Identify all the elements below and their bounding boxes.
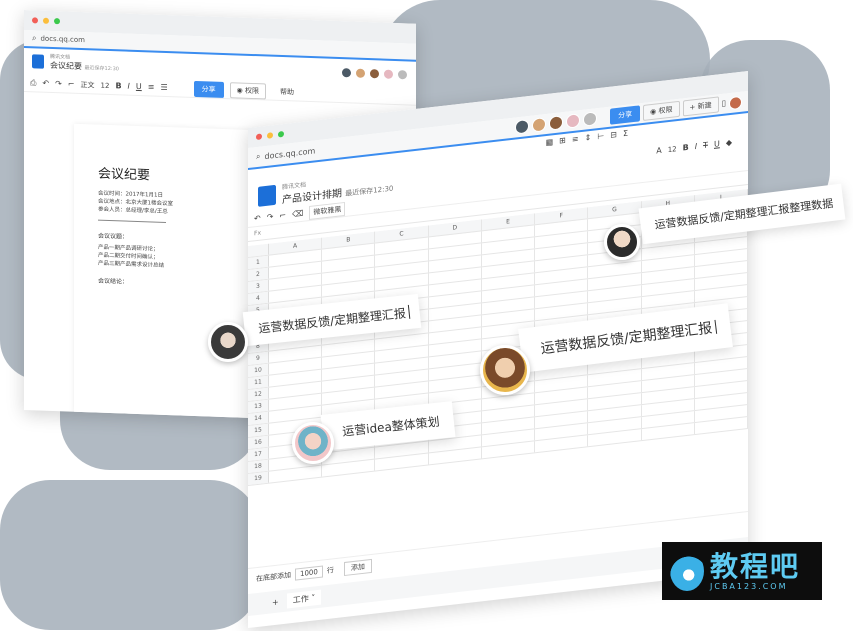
avatar[interactable] bbox=[604, 224, 640, 260]
add-sheet-button[interactable]: + bbox=[272, 597, 279, 607]
back-url-text: docs.qq.com bbox=[40, 34, 85, 45]
bold-icon[interactable]: B bbox=[683, 143, 689, 153]
search-icon: ⌕ bbox=[256, 151, 261, 162]
avatar[interactable] bbox=[515, 118, 530, 135]
add-rows-label: 在底部添加 bbox=[256, 570, 291, 583]
border-icon[interactable]: ▦ bbox=[546, 137, 554, 147]
avatar[interactable] bbox=[383, 68, 394, 80]
back-collaborators bbox=[341, 66, 408, 80]
sum-icon[interactable]: Σ bbox=[623, 129, 628, 139]
maximize-dot-icon[interactable] bbox=[54, 18, 60, 25]
freeze-icon[interactable]: ⊢ bbox=[597, 131, 604, 141]
avatar[interactable] bbox=[729, 95, 742, 110]
table-icon[interactable]: ⊟ bbox=[610, 130, 617, 140]
stage: ⌕ docs.qq.com 腾讯文档 会议纪要 最近保存12:30 ⎙ ↶ ↷ … bbox=[0, 0, 853, 631]
avatar[interactable] bbox=[397, 68, 408, 80]
new-button[interactable]: + 新建 bbox=[682, 96, 719, 117]
tencent-docs-logo-icon bbox=[258, 184, 276, 207]
eye-icon: ◉ bbox=[650, 107, 659, 117]
front-format-toolbar: A 12 B I T U ◆ bbox=[650, 138, 738, 156]
sheet-tab[interactable]: 工作 ˅ bbox=[286, 589, 322, 609]
back-permission-label: 权限 bbox=[244, 86, 259, 95]
italic-icon[interactable]: I bbox=[695, 142, 697, 151]
collab-bubble-text: 运营idea整体策划 bbox=[341, 414, 441, 439]
font-color-icon[interactable]: A bbox=[656, 146, 661, 156]
avatar[interactable] bbox=[566, 113, 581, 129]
tencent-docs-logo-icon bbox=[32, 54, 44, 69]
collab-bubble-text: 运营数据反馈/定期整理汇报 bbox=[257, 305, 407, 336]
doc-divider bbox=[98, 219, 166, 223]
back-doc-title[interactable]: 会议纪要 bbox=[50, 61, 82, 71]
fx-label: Fx bbox=[254, 229, 262, 238]
close-dot-icon[interactable] bbox=[256, 133, 262, 141]
text-cursor bbox=[714, 319, 717, 334]
chevron-down-icon: ˅ bbox=[308, 592, 316, 603]
underline-icon[interactable]: U bbox=[714, 139, 720, 149]
undo-icon[interactable]: ↶ bbox=[42, 78, 49, 87]
avatar[interactable] bbox=[532, 117, 547, 133]
fill-color-icon[interactable]: ◆ bbox=[726, 138, 732, 148]
avatar[interactable] bbox=[355, 67, 366, 79]
text-cursor bbox=[407, 304, 411, 319]
redo-icon[interactable]: ↷ bbox=[55, 79, 62, 88]
add-rows-button[interactable]: 添加 bbox=[343, 558, 372, 576]
strikethrough-icon[interactable]: T bbox=[703, 141, 708, 151]
merge-icon[interactable]: ⊞ bbox=[559, 136, 566, 146]
avatar[interactable] bbox=[341, 66, 352, 78]
row-header[interactable]: 19 bbox=[248, 471, 269, 485]
sheet-tab-label: 工作 bbox=[292, 593, 309, 605]
back-share-button[interactable]: 分享 bbox=[193, 80, 224, 98]
water-drop-logo-icon bbox=[670, 551, 704, 591]
back-saved-hint: 最近保存12:30 bbox=[84, 65, 119, 73]
valign-icon[interactable]: ⇕ bbox=[585, 133, 592, 143]
avatar[interactable] bbox=[292, 422, 334, 464]
back-permission-button[interactable]: ◉ 权限 bbox=[229, 81, 266, 99]
style-select[interactable]: 正文 bbox=[81, 79, 95, 89]
redo-icon[interactable]: ↷ bbox=[267, 212, 274, 222]
eye-icon: ◉ bbox=[236, 85, 245, 95]
background-blob-bottom-left bbox=[0, 480, 260, 630]
minimize-dot-icon[interactable] bbox=[267, 132, 273, 139]
close-dot-icon[interactable] bbox=[32, 17, 38, 24]
align-icon[interactable]: ≡ bbox=[148, 82, 155, 91]
avatar[interactable] bbox=[480, 345, 530, 395]
front-share-button[interactable]: 分享 bbox=[610, 105, 641, 125]
add-rows-unit: 行 bbox=[326, 565, 334, 575]
bookmark-icon[interactable]: ▯ bbox=[722, 99, 726, 109]
minimize-dot-icon[interactable] bbox=[43, 17, 49, 24]
bold-icon[interactable]: B bbox=[115, 81, 121, 90]
font-size-select[interactable]: 12 bbox=[101, 81, 110, 89]
undo-icon[interactable]: ↶ bbox=[254, 213, 261, 223]
avatar[interactable] bbox=[549, 115, 564, 131]
format-painter-icon[interactable]: ⌐ bbox=[68, 79, 75, 88]
format-painter-icon[interactable]: ⌐ bbox=[279, 210, 286, 220]
list-icon[interactable]: ☰ bbox=[160, 82, 167, 91]
front-url-text: docs.qq.com bbox=[264, 145, 316, 161]
underline-icon[interactable]: U bbox=[136, 81, 142, 90]
avatar[interactable] bbox=[208, 322, 248, 362]
align-icon[interactable]: ≡ bbox=[572, 134, 579, 144]
watermark-subtitle: JCBA123.COM bbox=[710, 581, 788, 591]
collab-bubble-text: 运营数据反馈/定期整理汇报 bbox=[539, 320, 714, 358]
avatar[interactable] bbox=[369, 67, 380, 79]
eraser-icon[interactable]: ⌫ bbox=[292, 208, 303, 218]
italic-icon[interactable]: I bbox=[128, 81, 130, 90]
avatar[interactable] bbox=[583, 111, 598, 127]
search-icon: ⌕ bbox=[32, 33, 37, 43]
watermark-logo: 教程吧 JCBA123.COM bbox=[662, 542, 822, 600]
watermark-title: 教程吧 bbox=[710, 549, 801, 583]
back-help-button[interactable]: 帮助 bbox=[280, 86, 294, 96]
front-permission-label: 权限 bbox=[658, 105, 673, 116]
print-icon[interactable]: ⎙ bbox=[30, 78, 36, 87]
front-permission-button[interactable]: ◉ 权限 bbox=[643, 100, 680, 121]
add-rows-count-input[interactable]: 1000 bbox=[295, 564, 323, 581]
maximize-dot-icon[interactable] bbox=[278, 130, 284, 138]
font-size-select[interactable]: 12 bbox=[668, 145, 677, 154]
